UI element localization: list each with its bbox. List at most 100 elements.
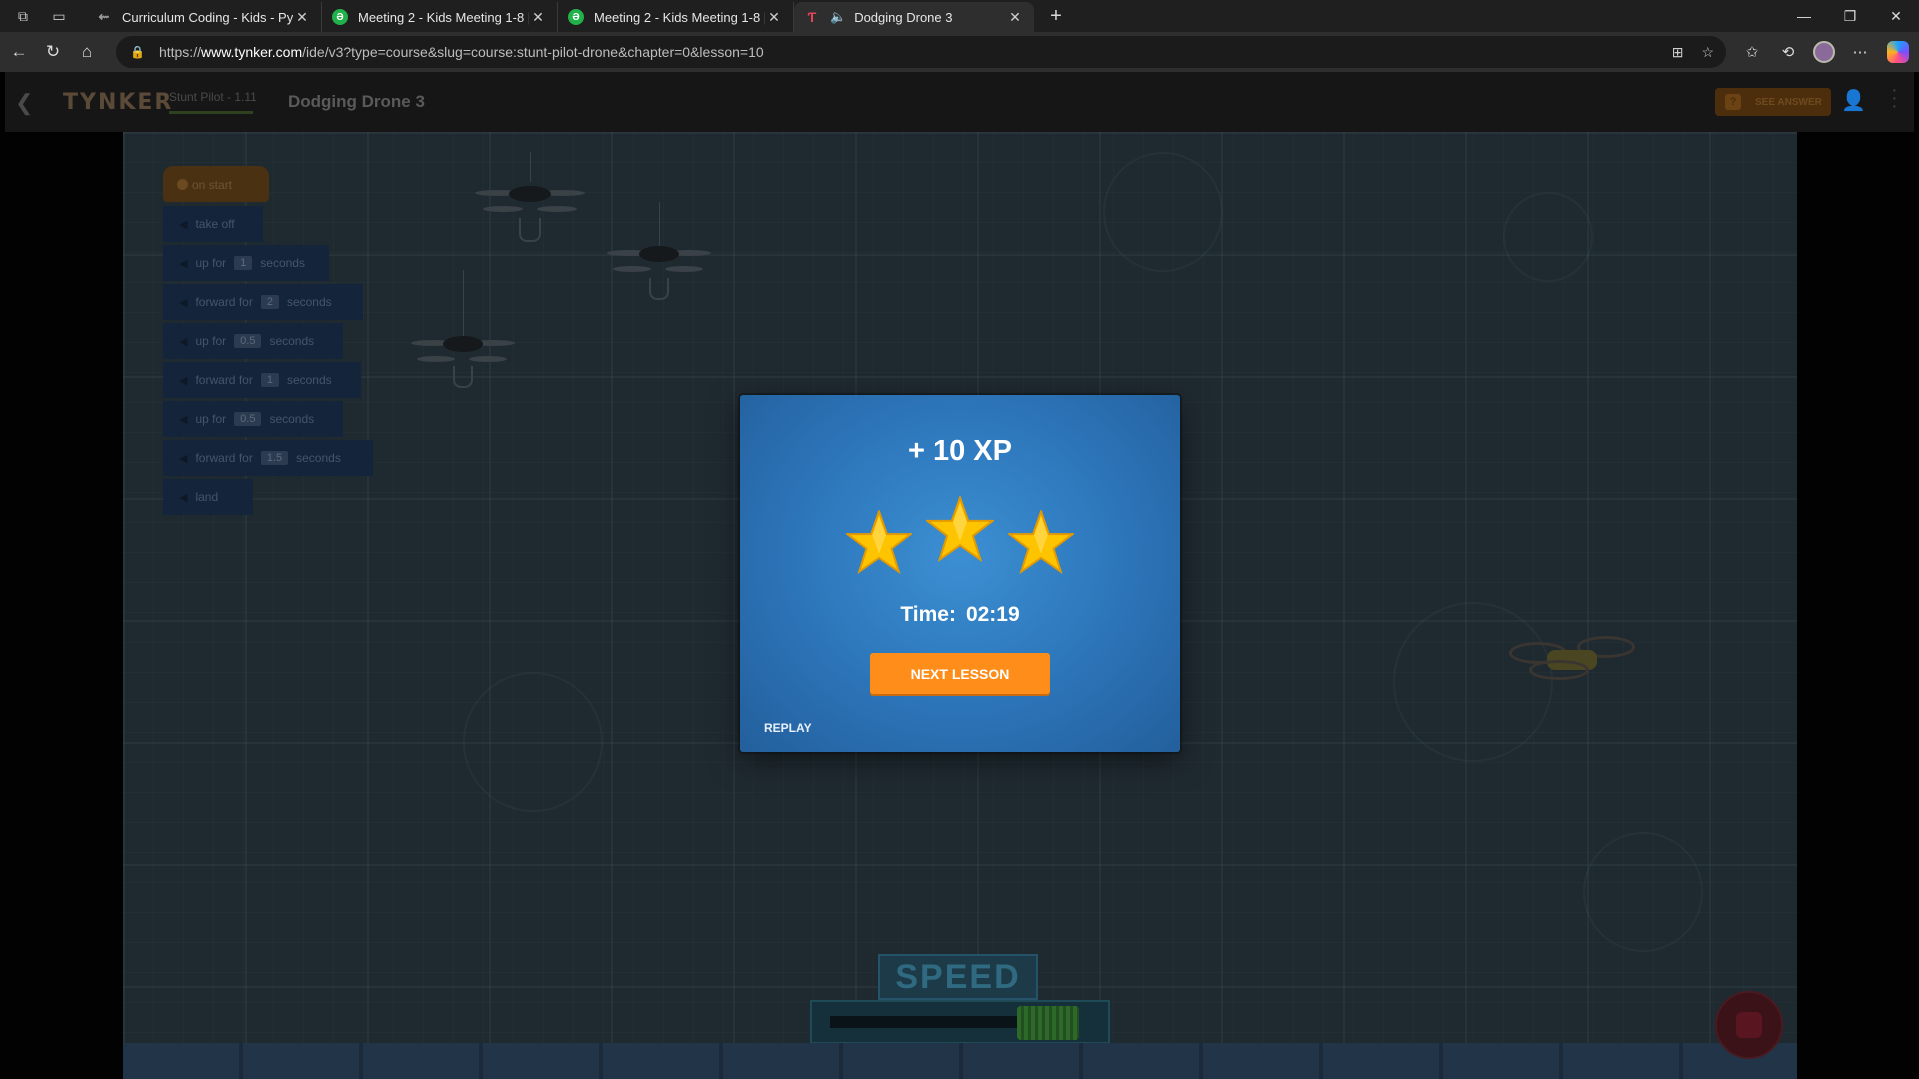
tab-meeting-1[interactable]: Ə Meeting 2 - Kids Meeting 1-8 | Ti ✕ [322,2,558,32]
time-value: 02:19 [965,603,1020,626]
restore-icon[interactable]: ❐ [1827,0,1873,32]
breadcrumb[interactable]: Stunt Pilot - 1.11 [169,90,257,104]
obstacle-drone [411,270,515,390]
app-header: ❮ TYNKER Stunt Pilot - 1.11 Dodging Dron… [5,72,1914,132]
code-block[interactable]: ◀ take off [163,206,263,242]
code-block[interactable]: ◀ forward for 1 seconds [163,362,361,398]
close-icon[interactable]: ✕ [529,9,547,26]
kebab-menu-icon[interactable]: · · · [1891,80,1898,116]
arrow-icon: ◀ [179,335,188,348]
favorite-star-icon[interactable]: ☆ [1701,44,1714,61]
star-rating [740,496,1180,576]
circuit-decoration [1503,192,1593,282]
minimize-icon[interactable]: — [1781,0,1827,32]
circuit-decoration [1103,152,1223,272]
arrow-icon: ◀ [179,257,188,270]
arrow-icon: ◀ [179,413,188,426]
arrow-icon: ◀ [179,374,188,387]
code-block[interactable]: ◀ forward for 1.5 seconds [163,440,373,476]
tynker-logo[interactable]: TYNKER [63,90,173,115]
code-block[interactable]: ◀ up for 0.5 seconds [163,401,343,437]
speed-meter [810,1000,1110,1044]
stage-floor [123,1043,1797,1079]
block-label: seconds [260,256,305,270]
xp-reward: + 10 XP [908,435,1012,467]
refresh-icon[interactable]: ↻ [36,35,70,69]
play-icon [177,179,188,190]
lock-icon[interactable]: 🔒 [130,45,145,59]
block-value[interactable]: 1.5 [260,451,289,465]
url-text[interactable]: https://www.tynker.com/ide/v3?type=cours… [159,44,764,60]
speaker-icon[interactable]: 🔈 [830,9,846,25]
tab-meeting-2[interactable]: Ə Meeting 2 - Kids Meeting 1-8 | Ti ✕ [558,2,794,32]
block-label: seconds [286,295,332,309]
block-label: seconds [269,334,315,348]
tab-actions-icon[interactable]: ▭ [48,5,70,27]
block-label: forward for [195,451,253,465]
close-icon[interactable]: ✕ [293,9,311,26]
star-icon [1008,510,1074,574]
app-available-icon[interactable]: ⊞ [1672,44,1684,61]
lesson-complete-dialog: + 10 XP Time: 02:19 NEXT LESSON REPLAY [740,395,1180,752]
obstacle-drone [475,152,585,262]
stop-button[interactable] [1715,991,1783,1059]
block-value[interactable]: 1 [234,256,253,270]
address-bar[interactable]: 🔒 https://www.tynker.com/ide/v3?type=cou… [116,36,1726,68]
on-start-block[interactable]: on start [163,166,269,202]
tynker-icon: Ƭ [807,9,817,25]
user-icon[interactable]: 👤 [1841,88,1866,113]
replay-link[interactable]: REPLAY [764,721,812,735]
time-label: Time: [900,603,956,626]
code-block[interactable]: ◀ land [163,479,253,515]
block-value[interactable]: 0.5 [234,412,262,426]
code-block[interactable]: ◀ forward for 2 seconds [163,284,363,320]
star-icon [846,510,912,574]
profile-avatar[interactable] [1806,32,1842,72]
speed-fill[interactable] [1016,1006,1079,1040]
workspaces-icon[interactable]: ⧉ [12,5,34,27]
tab-title: Meeting 2 - Kids Meeting 1-8 | Ti [358,9,529,25]
block-label: seconds [269,412,315,426]
completion-time: Time: 02:19 [740,603,1180,627]
obstacle-drone [607,202,711,306]
block-label: seconds [286,373,332,387]
code-block[interactable]: ◀ up for 1 seconds [163,245,329,281]
breadcrumb-underline [169,111,253,114]
speed-track [830,1016,1040,1028]
block-label: up for [195,334,227,348]
home-icon[interactable]: ⌂ [70,35,104,69]
speed-label: SPEED [878,954,1038,1000]
close-icon[interactable]: ✕ [765,9,783,26]
tab-curriculum[interactable]: ⇜ Curriculum Coding - Kids - Pytho ✕ [86,2,322,32]
block-label: forward for [195,373,253,387]
tab-dodging-drone[interactable]: Ƭ 🔈 Dodging Drone 3 ✕ [794,2,1034,32]
stop-icon [1736,1012,1762,1038]
block-value[interactable]: 1 [260,373,279,387]
block-value[interactable]: 0.5 [234,334,262,348]
window-close-icon[interactable]: ✕ [1873,0,1919,32]
block-label: up for [195,412,227,426]
screen: ⧉ ▭ ⇜ Curriculum Coding - Kids - Pytho ✕… [0,0,1919,1079]
block-value[interactable]: 2 [260,295,279,309]
new-tab-button[interactable]: + [1040,2,1072,30]
block-label: on start [192,178,233,192]
tab-title: Meeting 2 - Kids Meeting 1-8 | Ti [594,9,765,25]
tab-bar: ⧉ ▭ ⇜ Curriculum Coding - Kids - Pytho ✕… [0,0,1919,32]
back-arrow-icon[interactable]: ❮ [15,90,33,116]
arrow-icon: ◀ [179,296,188,309]
more-icon[interactable]: ⋯ [1842,32,1878,72]
back-icon[interactable]: ← [2,35,36,69]
copilot-icon[interactable] [1880,32,1916,72]
block-label: forward for [195,295,253,309]
lesson-title: Dodging Drone 3 [288,92,425,111]
close-icon[interactable]: ✕ [1006,9,1024,26]
see-answer-button[interactable]: ? SEE ANSWER [1715,88,1831,116]
green-circle-icon: Ə [568,9,584,25]
history-icon[interactable]: ⟲ [1770,32,1806,72]
code-block[interactable]: ◀ up for 0.5 seconds [163,323,343,359]
favorites-icon[interactable]: ✩ [1734,32,1770,72]
arrow-icon: ◀ [179,218,188,231]
next-lesson-button[interactable]: NEXT LESSON [870,653,1050,694]
see-answer-label: SEE ANSWER [1755,96,1822,108]
player-drone [1509,632,1635,688]
